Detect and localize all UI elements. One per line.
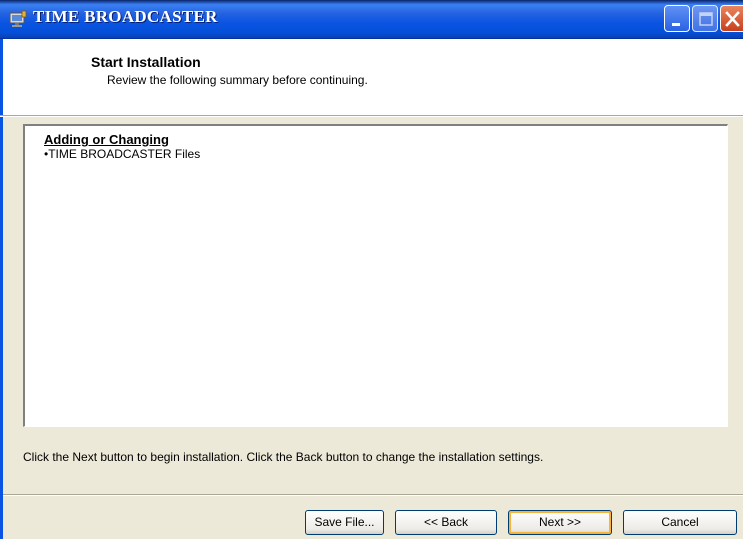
dialog-header: Start Installation Review the following … <box>0 39 743 116</box>
next-button[interactable]: Next >> <box>508 510 612 535</box>
close-button[interactable] <box>720 5 743 32</box>
instruction-text: Click the Next button to begin installat… <box>23 450 544 464</box>
summary-item: •TIME BROADCASTER Files <box>44 147 201 161</box>
page-title: Start Installation <box>91 54 201 70</box>
footer-divider <box>3 494 743 496</box>
cancel-button[interactable]: Cancel <box>623 510 737 535</box>
minimize-icon <box>672 23 680 26</box>
back-button[interactable]: << Back <box>395 510 497 535</box>
title-bar[interactable]: TIME BROADCASTER <box>0 0 743 39</box>
window-title: TIME BROADCASTER <box>33 7 218 26</box>
close-icon <box>725 11 740 27</box>
page-subtitle: Review the following summary before cont… <box>107 73 368 87</box>
summary-heading: Adding or Changing <box>44 132 169 147</box>
summary-panel[interactable]: Adding or Changing •TIME BROADCASTER Fil… <box>23 124 728 427</box>
installer-window: TIME BROADCASTER Start Installation Revi… <box>0 0 743 539</box>
installer-icon <box>9 10 27 27</box>
minimize-button[interactable] <box>664 5 690 32</box>
maximize-icon <box>699 12 713 26</box>
save-file-button[interactable]: Save File... <box>305 510 384 535</box>
maximize-button[interactable] <box>692 5 718 32</box>
